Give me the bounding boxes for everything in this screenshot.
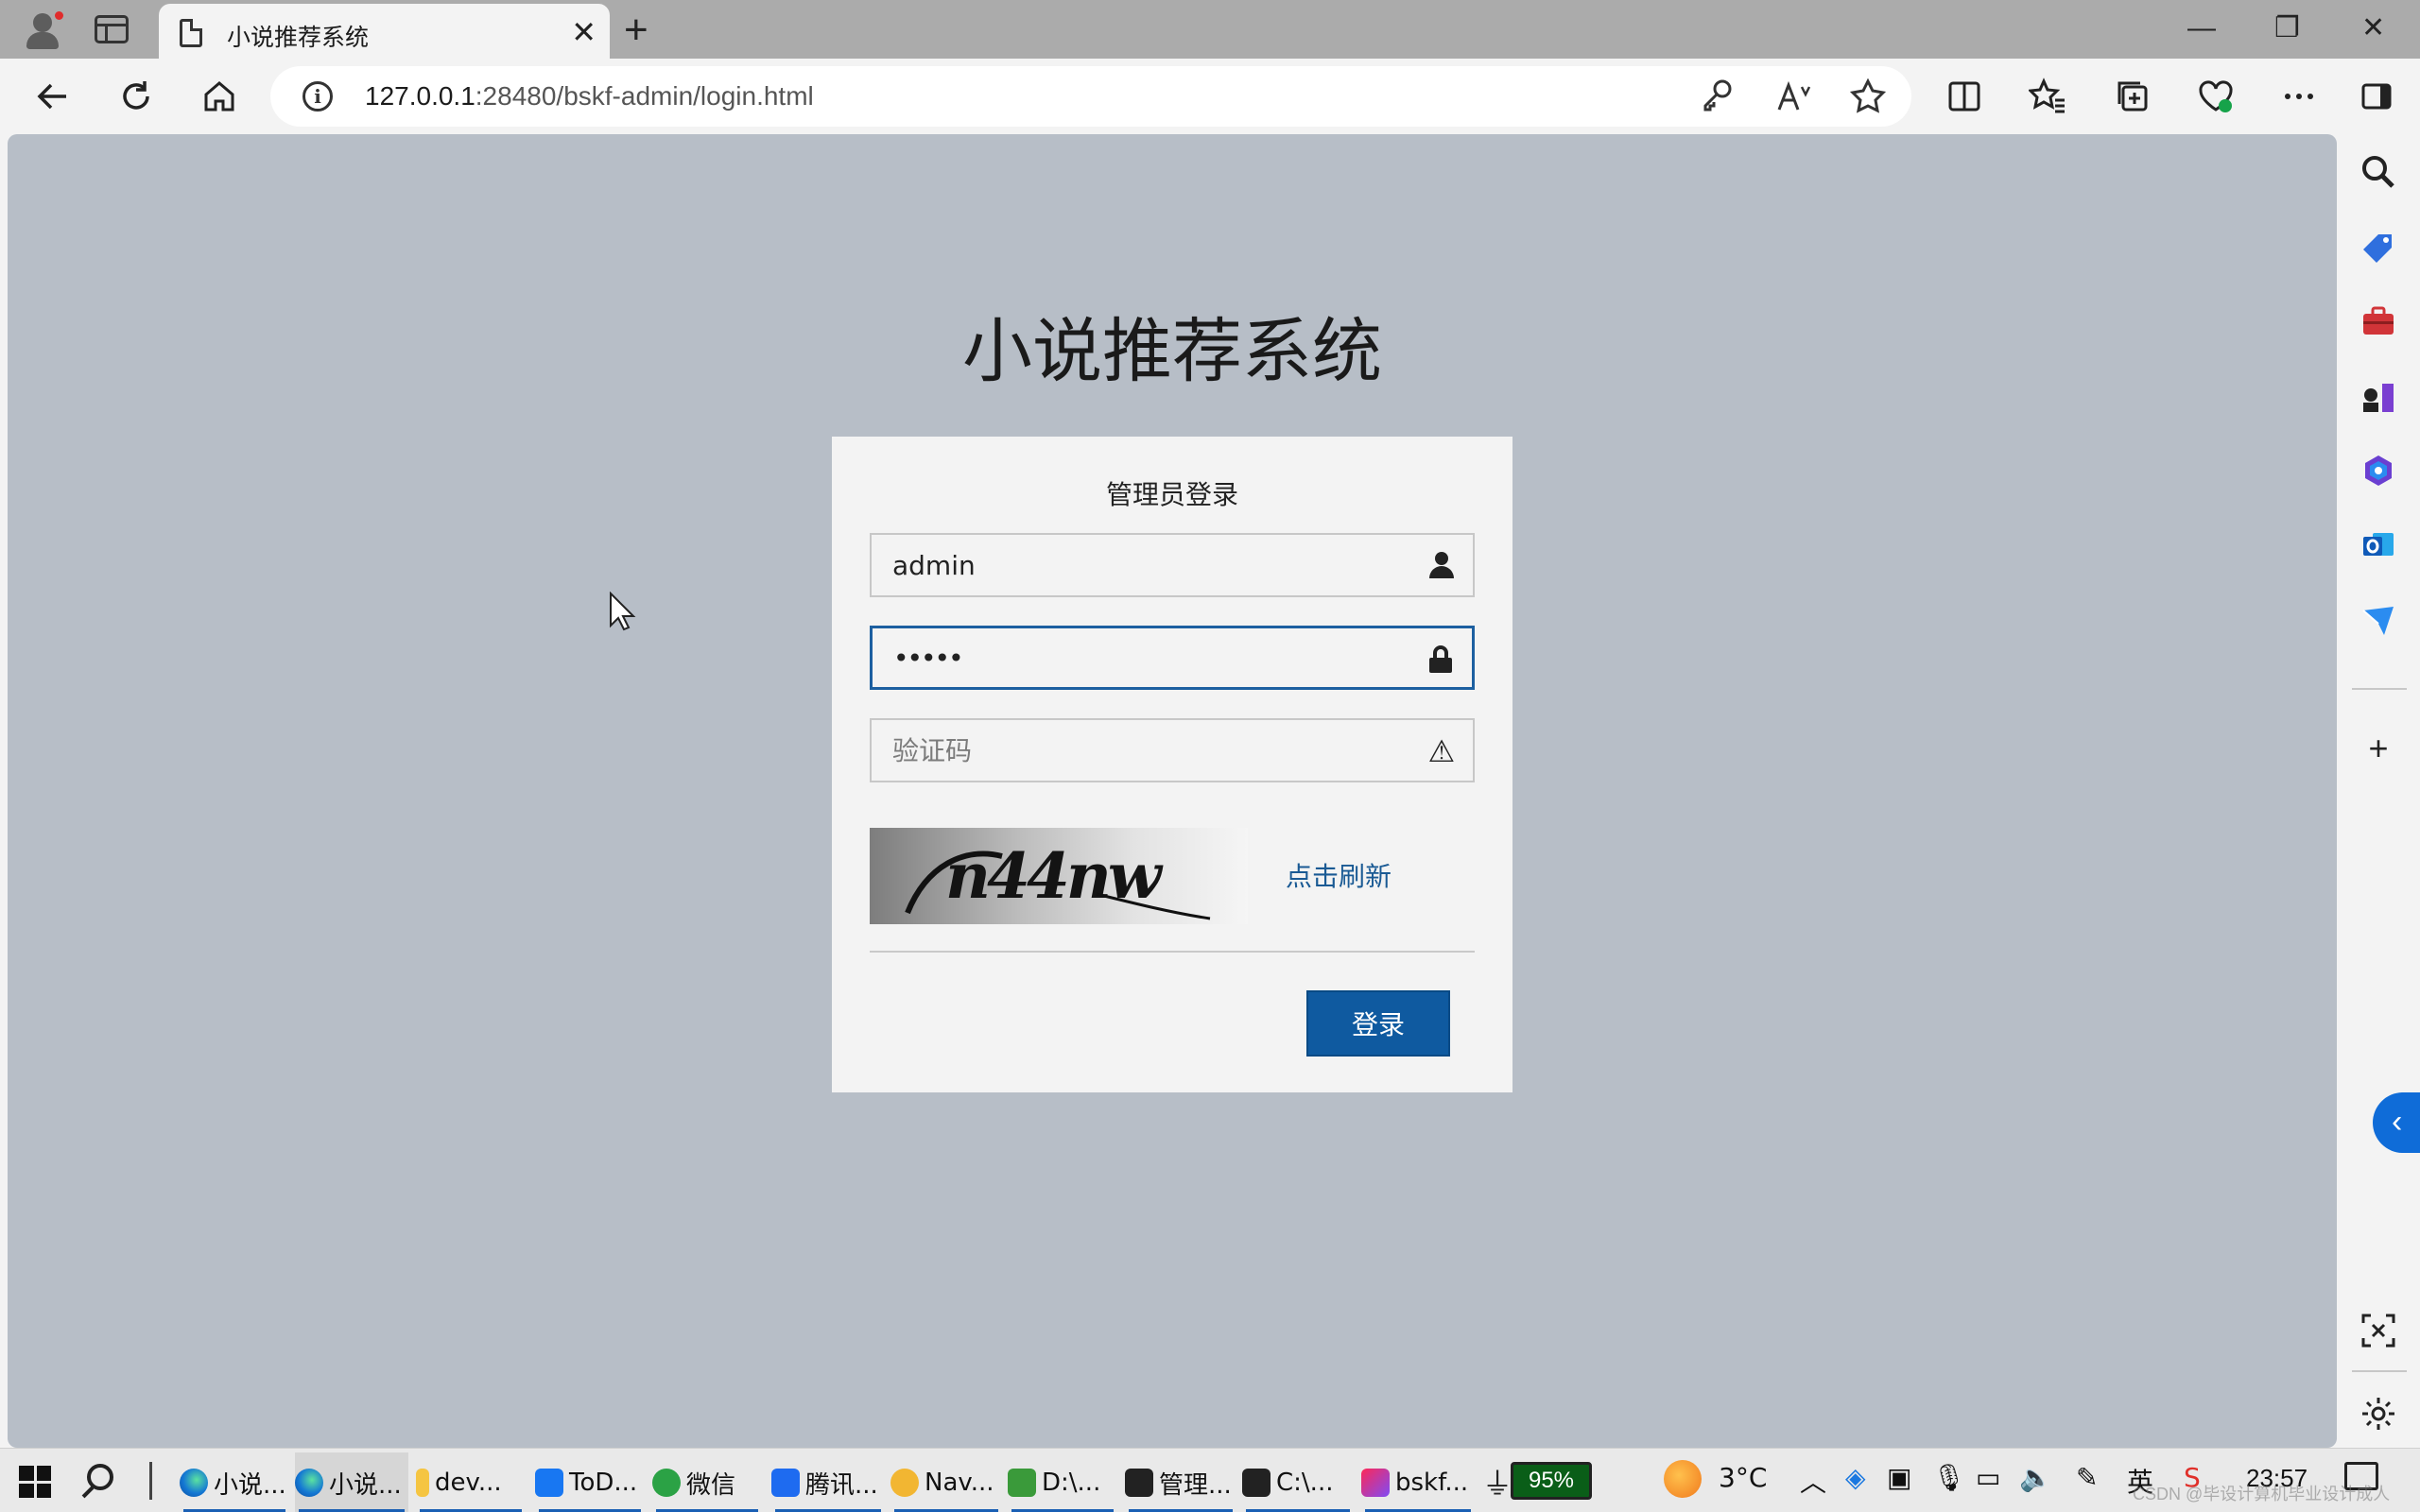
captcha-input[interactable] — [892, 720, 1403, 781]
sidebar-toggle-icon[interactable] — [2354, 74, 2399, 119]
edge-icon — [295, 1469, 323, 1497]
more-menu-icon[interactable] — [2276, 74, 2322, 119]
user-icon — [1427, 552, 1456, 580]
tab-title: 小说推荐系统 — [227, 24, 370, 51]
address-bar[interactable]: i 127.0.0.1:28480/bskf-admin/login.html — [270, 66, 1911, 127]
username-input[interactable] — [892, 535, 1403, 595]
todo-icon — [535, 1469, 563, 1497]
taskbar-item[interactable]: C:\... — [1242, 1452, 1354, 1512]
restore-button[interactable]: ❐ — [2274, 11, 2300, 45]
outlook-icon[interactable] — [2360, 525, 2397, 563]
password-field[interactable] — [870, 626, 1475, 690]
sidebar-separator — [2352, 1370, 2407, 1372]
taskbar-item[interactable]: D:\... — [1008, 1452, 1117, 1512]
screenshot-icon[interactable] — [2361, 1314, 2395, 1348]
wechat-icon — [652, 1469, 681, 1497]
tab-actions-icon[interactable] — [95, 15, 129, 43]
favorites-icon[interactable] — [2025, 74, 2070, 119]
lock-icon — [1426, 645, 1455, 674]
sidebar-settings-gear-icon[interactable] — [2360, 1395, 2397, 1433]
terminal-icon — [1125, 1469, 1153, 1497]
browser-toolbar: i 127.0.0.1:28480/bskf-admin/login.html — [0, 59, 2420, 134]
tray-app-icon[interactable]: ◈ — [1845, 1462, 1866, 1493]
taskbar-item[interactable]: 小说... — [180, 1452, 289, 1512]
temperature-text[interactable]: 3°C — [1719, 1462, 1767, 1493]
battery-tray-icon[interactable]: ▭ — [1976, 1462, 2000, 1493]
active-tab[interactable]: 小说推荐系统 ✕ — [159, 4, 610, 60]
captcha-field[interactable]: ⚠ — [870, 718, 1475, 782]
tools-icon[interactable] — [2360, 302, 2397, 340]
taskbar-item-active[interactable]: 小说... — [295, 1452, 408, 1512]
site-info-icon[interactable]: i — [302, 81, 333, 112]
browser-essentials-icon[interactable] — [2193, 74, 2238, 119]
folder-icon — [416, 1469, 429, 1497]
taskbar-item[interactable]: 管理... — [1125, 1452, 1236, 1512]
new-tab-button[interactable]: + — [624, 9, 648, 51]
favorite-star-icon[interactable] — [1849, 77, 1887, 115]
username-field[interactable] — [870, 533, 1475, 597]
power-plug-icon: ⏚ — [1482, 1467, 1513, 1501]
page-viewport: 小说推荐系统 管理员登录 ⚠ n44nw 点击刷新 登录 — [8, 134, 2337, 1448]
taskbar-divider — [149, 1462, 152, 1500]
notification-dot — [53, 9, 65, 22]
login-heading: 管理员登录 — [1105, 479, 1238, 510]
send-icon[interactable] — [2360, 601, 2397, 639]
windows-taskbar: 小说... 小说... dev... ToD... 微信 腾讯... Nav..… — [0, 1448, 2420, 1512]
games-icon[interactable] — [2360, 378, 2397, 416]
url-text[interactable]: 127.0.0.1:28480/bskf-admin/login.html — [365, 81, 814, 112]
chart-file-icon — [1008, 1469, 1036, 1497]
shopping-tag-icon[interactable] — [2360, 229, 2397, 266]
microphone-icon[interactable]: 🎙 — [1932, 1462, 1966, 1493]
key-icon[interactable] — [1700, 77, 1734, 115]
taskbar-item[interactable]: 腾讯... — [771, 1452, 885, 1512]
microsoft-365-icon[interactable] — [2360, 452, 2397, 490]
watermark-text: CSDN @毕设计算机毕业设计成人 — [2133, 1485, 2391, 1503]
volume-icon[interactable]: 🔈 — [2019, 1462, 2052, 1493]
home-icon[interactable] — [197, 74, 242, 119]
login-button[interactable]: 登录 — [1306, 990, 1450, 1057]
refresh-captcha-link[interactable]: 点击刷新 — [1286, 856, 1392, 894]
taskbar-item[interactable]: 微信 — [652, 1452, 762, 1512]
navicat-icon — [890, 1469, 919, 1497]
taskbar-item[interactable]: ToD... — [535, 1452, 645, 1512]
edge-icon — [180, 1469, 208, 1497]
taskbar-item[interactable]: bskf... — [1361, 1452, 1475, 1512]
captcha-noise-lines — [905, 850, 1211, 920]
add-sidebar-app-icon[interactable]: + — [2360, 730, 2397, 767]
pen-icon[interactable]: ✎ — [2076, 1462, 2098, 1493]
taskbar-item[interactable]: dev... — [416, 1452, 526, 1512]
refresh-icon[interactable] — [113, 74, 159, 119]
edge-sidebar: + — [2337, 134, 2420, 1448]
search-icon[interactable] — [2360, 153, 2397, 191]
minimize-button[interactable]: — — [2187, 11, 2216, 45]
intellij-icon — [1361, 1469, 1390, 1497]
weather-icon[interactable] — [1664, 1460, 1702, 1498]
divider — [870, 951, 1475, 953]
collections-icon[interactable] — [2110, 74, 2155, 119]
page-icon — [180, 19, 202, 47]
sidebar-separator — [2352, 688, 2407, 690]
login-card: 管理员登录 ⚠ n44nw 点击刷新 登录 — [832, 437, 1512, 1092]
tray-overflow-chevron-icon[interactable]: ︿ — [1800, 1462, 1826, 1500]
warning-icon: ⚠ — [1427, 734, 1456, 768]
split-screen-icon[interactable] — [1942, 74, 1987, 119]
page-title: 小说推荐系统 — [962, 311, 1382, 392]
tencent-meeting-icon — [771, 1469, 800, 1497]
terminal-icon — [1242, 1469, 1270, 1497]
mouse-cursor-icon — [610, 592, 636, 631]
tray-display-icon[interactable]: ▣ — [1887, 1462, 1911, 1493]
tab-close-icon[interactable]: ✕ — [571, 17, 596, 47]
taskbar-search-icon[interactable] — [87, 1464, 113, 1490]
tab-strip: 小说推荐系统 ✕ + — ❐ ✕ — [0, 0, 2420, 60]
windows-start-icon[interactable] — [19, 1466, 51, 1498]
password-input[interactable] — [893, 628, 1404, 687]
taskbar-item[interactable]: Nav... — [890, 1452, 1002, 1512]
profile-icon[interactable] — [19, 6, 66, 53]
close-window-button[interactable]: ✕ — [2361, 11, 2385, 45]
battery-indicator[interactable]: 95% — [1511, 1462, 1592, 1500]
captcha-image[interactable]: n44nw — [870, 828, 1248, 924]
read-aloud-icon[interactable] — [1775, 77, 1813, 115]
back-icon[interactable] — [30, 74, 76, 119]
